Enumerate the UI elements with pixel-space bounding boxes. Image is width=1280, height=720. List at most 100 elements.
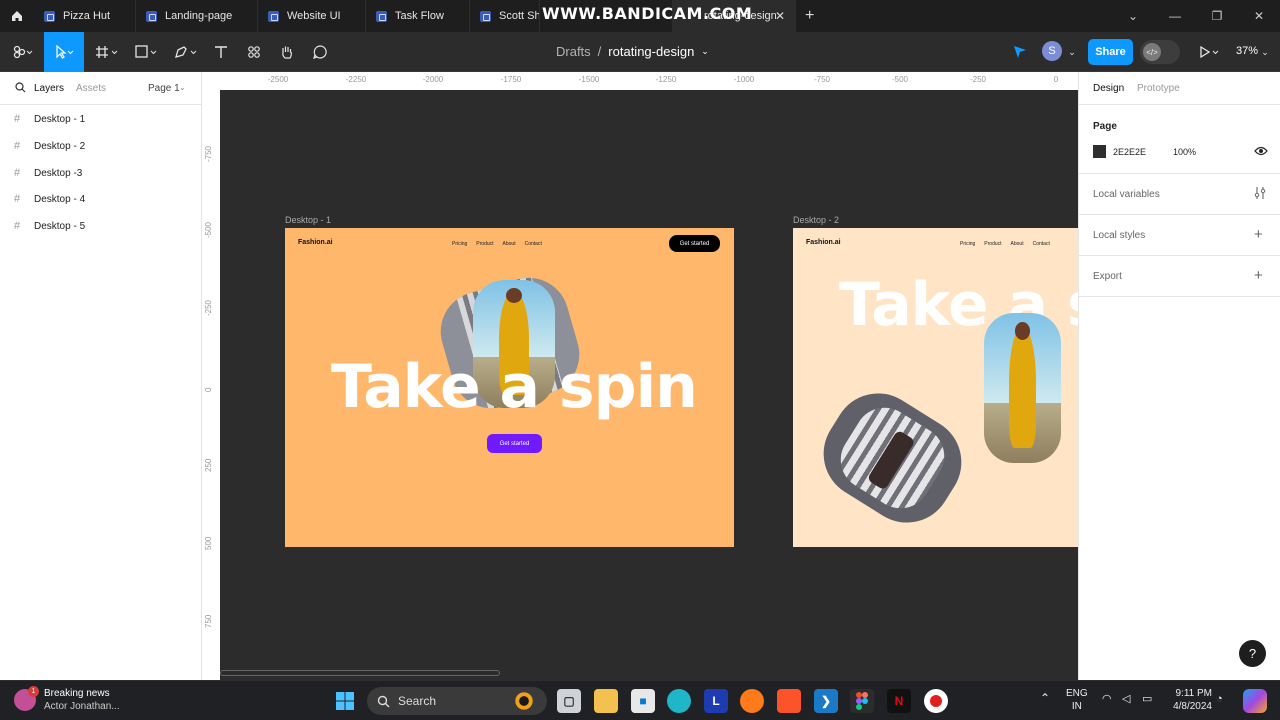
minimize-icon[interactable]: — <box>1154 0 1196 32</box>
frame-tool-icon[interactable] <box>92 32 124 72</box>
local-variables-section: Local variables <box>1079 174 1280 215</box>
design-canvas[interactable]: -2500 -2250 -2000 -1750 -1500 -1250 -100… <box>202 72 1078 680</box>
zoom-level[interactable]: 37% <box>1236 45 1258 57</box>
chevron-down-icon[interactable]: ⌄ <box>1259 32 1271 72</box>
layer-item[interactable]: # Desktop - 4 <box>0 186 201 212</box>
firefox-icon[interactable] <box>740 689 764 713</box>
text-tool-icon[interactable] <box>210 32 232 72</box>
breadcrumb-drafts[interactable]: Drafts <box>556 44 591 59</box>
local-variables-label[interactable]: Local variables <box>1093 189 1160 200</box>
nav-item[interactable]: Contact <box>525 241 542 247</box>
netflix-icon[interactable]: N <box>887 689 911 713</box>
chevron-down-icon[interactable]: ⌄ <box>1112 0 1154 32</box>
chevron-down-icon[interactable]: ⌄ <box>701 44 709 59</box>
chevron-down-icon[interactable]: ⌄ <box>179 83 186 92</box>
home-icon[interactable] <box>0 0 34 32</box>
news-widget[interactable]: 1 Breaking news Actor Jonathan... <box>14 686 120 713</box>
avatar[interactable]: S <box>1042 41 1062 61</box>
edge-icon[interactable] <box>667 689 691 713</box>
tab-landing-page[interactable]: Landing-page <box>136 0 258 32</box>
layer-item[interactable]: # Desktop - 1 <box>0 106 201 132</box>
resources-tool-icon[interactable] <box>243 32 265 72</box>
hero-get-started-button[interactable]: Get started <box>487 434 542 453</box>
nav-item[interactable]: Pricing <box>452 241 467 247</box>
nav-item[interactable]: About <box>503 241 516 247</box>
close-window-icon[interactable]: ✕ <box>1238 0 1280 32</box>
move-tool-icon[interactable] <box>44 32 84 72</box>
tab-scott[interactable]: Scott Sh <box>470 0 540 32</box>
local-styles-label[interactable]: Local styles <box>1093 230 1145 241</box>
wifi-icon[interactable]: ◠ <box>1102 693 1112 706</box>
figma-icon[interactable] <box>850 689 874 713</box>
layer-item[interactable]: # Desktop -3 <box>0 160 201 186</box>
help-button[interactable]: ? <box>1239 640 1266 667</box>
l-app-icon[interactable]: L <box>704 689 728 713</box>
notification-bell-icon[interactable]: ◔ <box>1216 693 1223 706</box>
ruler-tick: 250 <box>204 458 213 472</box>
close-tab-icon[interactable]: ✕ <box>775 9 785 23</box>
nav-item[interactable]: About <box>1011 241 1024 247</box>
share-button[interactable]: Share <box>1088 39 1133 65</box>
present-button[interactable] <box>1194 32 1226 72</box>
folder-icon[interactable] <box>594 689 618 713</box>
taskbar-search[interactable]: Search <box>367 687 547 715</box>
tab-prototype[interactable]: Prototype <box>1137 83 1180 94</box>
main-menu-icon[interactable] <box>4 32 42 72</box>
nav-item[interactable]: Contact <box>1033 241 1050 247</box>
layer-item[interactable]: # Desktop - 2 <box>0 133 201 159</box>
tab-layers[interactable]: Layers <box>34 83 64 94</box>
volume-icon[interactable]: ◁ <box>1122 693 1130 706</box>
page-color-swatch[interactable] <box>1093 145 1106 158</box>
microsoft-store-icon[interactable]: ■ <box>631 689 655 713</box>
brave-icon[interactable] <box>777 689 801 713</box>
file-explorer-icon[interactable]: ▢ <box>557 689 581 713</box>
restore-icon[interactable]: ❐ <box>1196 0 1238 32</box>
vscode-icon[interactable]: ❯ <box>814 689 838 713</box>
page-color-value[interactable]: 2E2E2E <box>1113 147 1146 157</box>
tab-website-ui[interactable]: Website UI <box>258 0 366 32</box>
pen-tool-icon[interactable] <box>172 32 202 72</box>
chevron-up-icon[interactable]: ⌃ <box>1040 692 1050 705</box>
tab-pizza-hut[interactable]: Pizza Hut <box>34 0 136 32</box>
nav-item[interactable]: Pricing <box>960 241 975 247</box>
eye-icon[interactable] <box>1254 145 1268 160</box>
get-started-button[interactable]: Get started <box>669 235 720 252</box>
ruler-tick: -250 <box>969 75 987 84</box>
frame-desktop-2[interactable]: Fashion.ai Pricing Product About Contact… <box>793 228 1078 547</box>
add-style-icon[interactable]: + <box>1254 226 1263 243</box>
frame-desktop-1[interactable]: Fashion.ai Pricing Product About Contact… <box>285 228 734 547</box>
rectangle-tool-icon[interactable] <box>132 32 162 72</box>
language-indicator[interactable]: ENG IN <box>1066 687 1088 713</box>
nav-item[interactable]: Product <box>476 241 493 247</box>
tab-assets[interactable]: Assets <box>76 83 106 94</box>
tab-task-flow[interactable]: Task Flow <box>366 0 470 32</box>
new-tab-icon[interactable]: + <box>805 7 814 25</box>
frame-label[interactable]: Desktop - 2 <box>793 215 839 225</box>
frame-label[interactable]: Desktop - 1 <box>285 215 331 225</box>
hand-tool-icon[interactable] <box>276 32 298 72</box>
page-select[interactable]: Page 1 <box>148 83 180 94</box>
clock[interactable]: 9:11 PM 4/8/2024 <box>1166 687 1212 713</box>
windows-start-icon[interactable] <box>333 689 357 713</box>
ruler-tick: -1000 <box>733 75 755 84</box>
nav-item[interactable]: Product <box>984 241 1001 247</box>
multiplayer-cursor-icon[interactable] <box>1008 32 1032 72</box>
file-name[interactable]: rotating-design <box>608 44 694 59</box>
dev-mode-toggle[interactable]: </> <box>1140 40 1180 64</box>
copilot-icon[interactable] <box>1243 689 1267 713</box>
export-label[interactable]: Export <box>1093 271 1122 282</box>
battery-icon[interactable]: ▭ <box>1142 693 1152 706</box>
horizontal-scrollbar[interactable] <box>220 670 500 676</box>
add-export-icon[interactable]: + <box>1254 267 1263 284</box>
comment-tool-icon[interactable] <box>309 32 331 72</box>
news-subtitle: Actor Jonathan... <box>44 701 120 712</box>
page-opacity-value[interactable]: 100% <box>1173 147 1196 157</box>
layer-item[interactable]: # Desktop - 5 <box>0 213 201 239</box>
search-icon[interactable] <box>15 82 26 96</box>
bandicam-icon[interactable] <box>924 689 948 713</box>
news-title: Breaking news <box>44 688 110 699</box>
tab-label: Landing-page <box>165 10 233 22</box>
tab-design[interactable]: Design <box>1093 83 1124 94</box>
variables-settings-icon[interactable] <box>1253 186 1267 203</box>
chevron-down-icon[interactable]: ⌄ <box>1066 32 1078 72</box>
